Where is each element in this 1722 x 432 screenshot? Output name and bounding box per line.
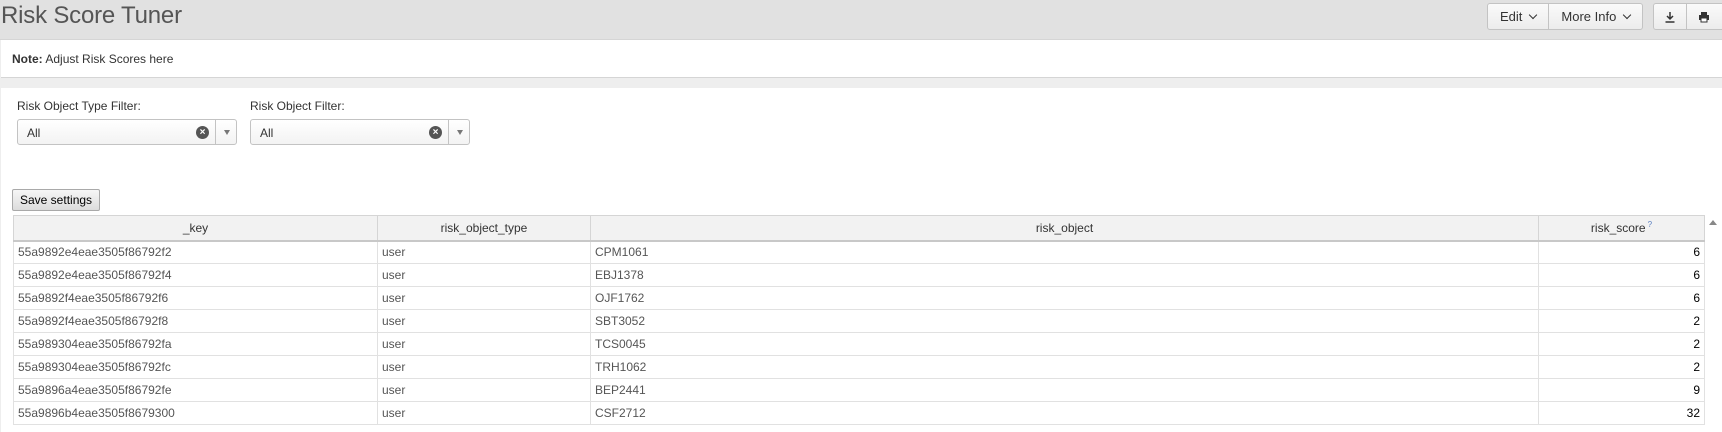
column-header-risk-score[interactable]: risk_score? — [1538, 215, 1705, 242]
cell-risk-object-type: user — [377, 332, 591, 356]
cell-key: 55a9892f4eae3505f86792f8 — [13, 309, 378, 333]
chevron-down-icon — [1529, 10, 1538, 19]
cell-risk-object: BEP2441 — [590, 378, 1539, 402]
cell-risk-object-type: user — [377, 309, 591, 333]
table-row[interactable]: 55a989304eae3505f86792fa user TCS0045 2 — [13, 332, 1705, 356]
filter-label: Risk Object Type Filter: — [17, 99, 141, 113]
chevron-down-icon — [1623, 10, 1632, 19]
page-title: Risk Score Tuner — [1, 2, 182, 29]
risk-object-filter: Risk Object Filter: All × — [250, 99, 470, 145]
cell-risk-object: CPM1061 — [590, 240, 1539, 264]
more-info-label: More Info — [1561, 9, 1617, 24]
cell-risk-score[interactable]: 9 — [1538, 378, 1705, 402]
more-info-button[interactable]: More Info — [1549, 4, 1642, 29]
risk-object-type-filter: Risk Object Type Filter: All × — [17, 99, 237, 145]
table-row[interactable]: 55a9896a4eae3505f86792fe user BEP2441 9 — [13, 378, 1705, 402]
select-value: All — [260, 126, 274, 140]
cell-key: 55a9896a4eae3505f86792fe — [13, 378, 378, 402]
save-settings-button[interactable]: Save settings — [12, 189, 101, 211]
column-header-label: risk_score — [1590, 221, 1646, 236]
cell-risk-object-type: user — [377, 263, 591, 287]
cell-key: 55a9892e4eae3505f86792f4 — [13, 263, 378, 287]
print-icon — [1698, 11, 1709, 22]
table-header-row: _key risk_object_type risk_object risk_s… — [13, 215, 1705, 242]
cell-risk-score[interactable]: 2 — [1538, 355, 1705, 379]
edit-button[interactable]: Edit — [1488, 4, 1550, 29]
column-header-risk-object-type[interactable]: risk_object_type — [377, 215, 591, 242]
cell-risk-object: EBJ1378 — [590, 263, 1539, 287]
note-panel: Note: Adjust Risk Scores here — [1, 40, 1722, 78]
download-button[interactable] — [1654, 4, 1687, 29]
filter-label: Risk Object Filter: — [250, 99, 345, 113]
dropdown-arrow-icon[interactable] — [457, 130, 463, 135]
select-divider — [215, 120, 216, 144]
cell-risk-score[interactable]: 6 — [1538, 286, 1705, 310]
cell-risk-object-type: user — [377, 355, 591, 379]
risk-score-table: _key risk_object_type risk_object risk_s… — [13, 215, 1705, 425]
cell-risk-object: SBT3052 — [590, 309, 1539, 333]
cell-risk-score[interactable]: 6 — [1538, 263, 1705, 287]
cell-risk-score[interactable]: 2 — [1538, 332, 1705, 356]
cell-risk-object: OJF1762 — [590, 286, 1539, 310]
note-text: Note: Adjust Risk Scores here — [12, 52, 173, 66]
table-row[interactable]: 55a9892f4eae3505f86792f6 user OJF1762 6 — [13, 286, 1705, 310]
select-value: All — [27, 126, 41, 140]
table-row[interactable]: 55a9892f4eae3505f86792f8 user SBT3052 2 — [13, 309, 1705, 333]
cell-risk-object-type: user — [377, 286, 591, 310]
cell-key: 55a989304eae3505f86792fa — [13, 332, 378, 356]
column-header-risk-object[interactable]: risk_object — [590, 215, 1539, 242]
cell-risk-object-type: user — [377, 240, 591, 264]
clear-icon[interactable]: × — [196, 126, 209, 139]
export-actions — [1653, 3, 1722, 30]
cell-risk-score[interactable]: 6 — [1538, 240, 1705, 264]
table-row[interactable]: 55a9892e4eae3505f86792f4 user EBJ1378 6 — [13, 263, 1705, 287]
cell-risk-object: TRH1062 — [590, 355, 1539, 379]
cell-risk-object-type: user — [377, 378, 591, 402]
dropdown-arrow-icon[interactable] — [224, 130, 230, 135]
edit-label: Edit — [1500, 9, 1523, 24]
table-row[interactable]: 55a9896b4eae3505f8679300 user CSF2712 32 — [13, 401, 1705, 425]
cell-risk-score[interactable]: 32 — [1538, 401, 1705, 425]
table-row[interactable]: 55a989304eae3505f86792fc user TRH1062 2 — [13, 355, 1705, 379]
scroll-up-icon[interactable] — [1709, 220, 1717, 225]
table-row[interactable]: 55a9892e4eae3505f86792f2 user CPM1061 6 — [13, 240, 1705, 264]
cell-key: 55a9892e4eae3505f86792f2 — [13, 240, 378, 264]
print-button[interactable] — [1687, 4, 1720, 29]
clear-icon[interactable]: × — [429, 126, 442, 139]
dashboard-header: Risk Score Tuner Edit More Info — [0, 0, 1722, 40]
cell-risk-object: CSF2712 — [590, 401, 1539, 425]
cell-key: 55a9896b4eae3505f8679300 — [13, 401, 378, 425]
note-label: Note: — [12, 52, 43, 66]
cell-risk-score[interactable]: 2 — [1538, 309, 1705, 333]
cell-risk-object: TCS0045 — [590, 332, 1539, 356]
select-divider — [448, 120, 449, 144]
table-scrollbar[interactable] — [1705, 215, 1722, 432]
risk-object-select[interactable]: All × — [250, 119, 470, 145]
cell-key: 55a989304eae3505f86792fc — [13, 355, 378, 379]
column-header-key[interactable]: _key — [13, 215, 378, 242]
main-panel: Risk Object Type Filter: All × Risk Obje… — [1, 88, 1722, 432]
cell-key: 55a9892f4eae3505f86792f6 — [13, 286, 378, 310]
help-icon[interactable]: ? — [1648, 220, 1652, 229]
risk-object-type-select[interactable]: All × — [17, 119, 237, 145]
download-icon — [1665, 11, 1675, 23]
dashboard-actions: Edit More Info — [1487, 3, 1644, 30]
cell-risk-object-type: user — [377, 401, 591, 425]
note-message: Adjust Risk Scores here — [45, 52, 174, 66]
